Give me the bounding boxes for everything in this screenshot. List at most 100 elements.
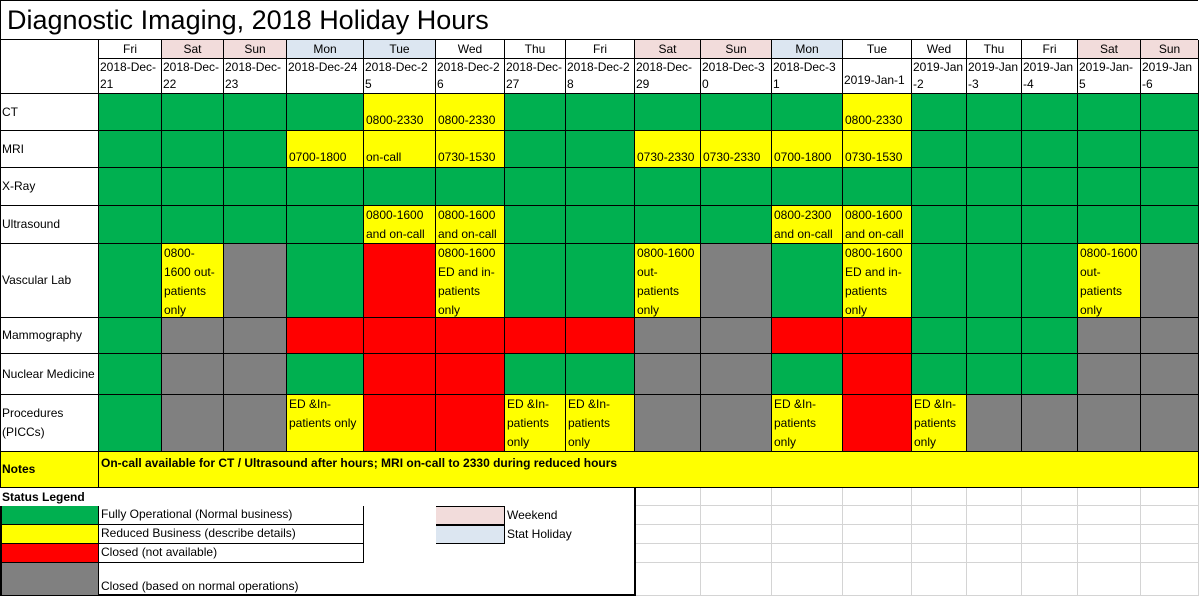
header-date-6: 2018-Dec-27 [505, 59, 566, 94]
status-cell [224, 354, 287, 395]
header-day-label: Tue [389, 42, 410, 56]
status-cell [1141, 395, 1199, 452]
status-cell-text: 0800-2330 [438, 113, 496, 127]
status-cell [1078, 395, 1141, 452]
status-cell [99, 168, 162, 206]
background-grid-cell [701, 544, 772, 563]
background-grid-cell [772, 525, 843, 544]
header-date-label: 2019-Jan-2 [913, 60, 964, 91]
row-label-text: CT [2, 104, 18, 119]
status-cell [701, 94, 772, 131]
status-cell [505, 168, 566, 206]
status-cell [772, 94, 843, 131]
status-cell [99, 395, 162, 452]
header-day-label: Wed [457, 42, 483, 56]
header-day-5: Wed [436, 40, 505, 59]
header-date-label: 2018-Dec-25 [365, 60, 428, 91]
background-grid-cell [1078, 506, 1141, 525]
row-label-text: Mammography [2, 328, 83, 342]
legend-day-label-1: Stat Holiday [505, 525, 636, 544]
background-grid-cell [843, 488, 912, 506]
background-grid-cell [967, 488, 1022, 506]
status-cell [364, 168, 436, 206]
status-cell [967, 206, 1022, 244]
row-label-text: MRI [2, 141, 24, 156]
background-grid-cell [1078, 488, 1141, 506]
header-date-1: 2018-Dec-22 [162, 59, 224, 94]
background-grid-cell [636, 525, 701, 544]
header-day-12: Wed [912, 40, 967, 59]
background-grid-cell [772, 544, 843, 563]
header-date-label: 2018-Dec-27 [506, 60, 563, 91]
header-day-label: Sat [183, 42, 202, 56]
status-cell: 0800-1600 and on-call [364, 206, 436, 244]
status-cell [505, 206, 566, 244]
header-day-2: Sun [224, 40, 287, 59]
status-cell [912, 318, 967, 354]
status-cell-text: 0730-1530 [438, 150, 496, 164]
status-cell [566, 168, 635, 206]
header-date-label: 2019-Jan-4 [1023, 60, 1074, 91]
header-date-label: 2018-Dec-24 [288, 60, 358, 74]
status-cell [566, 94, 635, 131]
header-day-4: Tue [364, 40, 436, 59]
status-cell [635, 395, 701, 452]
status-cell [772, 244, 843, 318]
background-grid-cell [967, 506, 1022, 525]
background-grid-cell [1022, 488, 1078, 506]
header-day-14: Fri [1022, 40, 1078, 59]
header-day-0: Fri [99, 40, 162, 59]
legend-swatch-G [2, 506, 99, 525]
status-cell [162, 318, 224, 354]
header-day-label: Sun [1158, 42, 1181, 56]
row-label-2: X-Ray [0, 168, 99, 206]
background-grid-cell [636, 506, 701, 525]
row-label-4: Vascular Lab [0, 244, 99, 318]
status-cell-text: 0800-1600 ED and in-patients only [845, 246, 903, 317]
header-date-label: 2018-Dec-31 [773, 60, 836, 91]
status-cell [99, 131, 162, 168]
status-cell [912, 131, 967, 168]
status-cell-text: 0700-1800 [774, 150, 832, 164]
status-cell [1141, 244, 1199, 318]
status-cell-text: 0800-1600 and on-call [366, 208, 425, 241]
status-cell [1141, 354, 1199, 395]
header-date-label: 2019-Jan-6 [1142, 60, 1193, 91]
status-cell [1022, 354, 1078, 395]
notes-text-content: On-call available for CT / Ultrasound af… [101, 456, 618, 470]
status-cell: 0730-1530 [436, 131, 505, 168]
header-date-7: 2018-Dec-28 [566, 59, 635, 94]
legend-swatch-Y [2, 525, 99, 544]
status-cell [967, 131, 1022, 168]
header-day-label: Thu [524, 42, 546, 56]
background-grid-cell [1022, 563, 1078, 596]
status-cell [701, 395, 772, 452]
legend-label-text: Fully Operational (Normal business) [101, 507, 293, 521]
status-cell [505, 318, 566, 354]
status-cell [635, 94, 701, 131]
header-date-3: 2018-Dec-24 [287, 59, 364, 94]
status-cell [1078, 168, 1141, 206]
status-cell: ED &In-patients only [505, 395, 566, 452]
status-cell [224, 395, 287, 452]
header-day-label: Wed [926, 42, 952, 56]
status-cell [635, 168, 701, 206]
status-cell [967, 244, 1022, 318]
row-label-5: Mammography [0, 318, 99, 354]
status-cell-text: ED &In-patients only [568, 397, 611, 449]
status-cell: 0800-2330 [843, 94, 912, 131]
header-date-2: 2018-Dec-23 [224, 59, 287, 94]
header-date-label: 2018-Dec-26 [437, 60, 500, 91]
status-cell [99, 94, 162, 131]
schedule-grid: Fri 2018-Dec-21 Sat 2018-Dec-22 Sun 2018-Dec-… [0, 40, 1200, 596]
background-grid-cell [701, 525, 772, 544]
status-cell: 0800-1600 and on-call [436, 206, 505, 244]
status-cell [701, 206, 772, 244]
background-grid-cell [1141, 563, 1199, 596]
status-cell [505, 131, 566, 168]
background-grid-cell [843, 544, 912, 563]
status-cell: 0730-2330 [701, 131, 772, 168]
legend-day-label-0: Weekend [505, 506, 636, 525]
status-cell [224, 244, 287, 318]
background-grid-cell [843, 525, 912, 544]
